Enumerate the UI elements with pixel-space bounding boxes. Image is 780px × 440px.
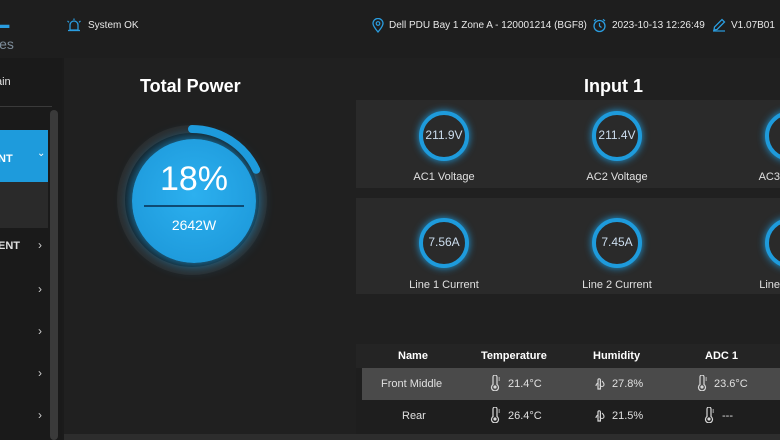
meter-label: AC3 — [758, 171, 780, 183]
column-header-adc1[interactable]: ADC 1 — [705, 350, 738, 362]
sidebar-scrollbar[interactable] — [50, 110, 58, 440]
sidebar-item-5[interactable]: › — [0, 398, 48, 438]
sidebar-item-1[interactable]: ENT › — [0, 228, 48, 268]
line1-current-meter: 7.56A — [419, 218, 469, 268]
firmware-version[interactable]: V1.07B01 — [712, 18, 775, 32]
total-power-watts: 2642W — [171, 217, 217, 233]
sidebar-item-2[interactable]: › — [0, 272, 48, 312]
edit-icon — [712, 18, 726, 32]
date-time-text: 2023-10-13 12:26:49 — [612, 20, 705, 31]
ac1-voltage-meter: 211.9V — [419, 111, 469, 161]
total-power-title: Total Power — [140, 76, 241, 96]
total-power-percent: 18% — [159, 160, 229, 198]
column-header-humidity[interactable]: Humidity — [593, 350, 640, 362]
total-power-dial — [132, 139, 256, 263]
sidebar-subitem[interactable] — [0, 182, 48, 228]
ac2-voltage-meter: 211.4V — [592, 111, 642, 161]
sidebar-item-active-label: NT — [0, 153, 13, 165]
chevron-right-icon: › — [38, 366, 42, 380]
logo-text: L — [0, 2, 12, 35]
line2-current-meter: 7.45A — [592, 218, 642, 268]
firmware-version-text: V1.07B01 — [731, 19, 775, 31]
device-location[interactable]: Dell PDU Bay 1 Zone A - 120001214 (BGF8) — [372, 18, 587, 33]
sidebar-item-3[interactable]: › — [0, 314, 48, 354]
system-status-text: System OK — [88, 19, 139, 31]
top-bar: L ies System OK Dell PDU Bay 1 Zone A - … — [0, 0, 780, 58]
logo-tagline: ies — [0, 36, 14, 52]
thermometer-icon — [489, 374, 501, 396]
sidebar-divider — [0, 106, 52, 107]
humidity-icon — [594, 375, 606, 396]
humidity-icon — [594, 407, 606, 428]
sensor-temperature: 21.4°C — [508, 378, 542, 390]
meter-label: Line 2 Current — [582, 279, 652, 291]
device-name: Dell PDU Bay 1 Zone A - 120001214 (BGF8) — [389, 20, 587, 31]
column-header-temperature[interactable]: Temperature — [481, 350, 547, 362]
sensor-humidity: 27.8% — [612, 378, 644, 390]
clock-icon — [592, 18, 607, 33]
location-pin-icon — [372, 18, 384, 33]
meter-value: 7 — [759, 235, 780, 249]
meter-value: 7.45A — [601, 235, 633, 249]
thermometer-icon — [489, 406, 501, 428]
chevron-down-icon: ⌄ — [37, 148, 46, 159]
meter-value: 211.9V — [425, 128, 463, 142]
meter-label: AC1 Voltage — [413, 171, 475, 183]
sensor-humidity: 21.5% — [612, 410, 644, 422]
sensor-adc1: 23.6°C — [714, 378, 748, 390]
sidebar-item-label: ENT — [0, 240, 20, 252]
sidebar-item-4[interactable]: › — [0, 356, 48, 396]
column-header-name[interactable]: Name — [398, 350, 428, 362]
sidebar-item-main[interactable]: ain — [0, 76, 11, 88]
meter-label: Line 1 Current — [409, 279, 479, 291]
thermometer-icon — [696, 374, 708, 396]
sensor-adc1: --- — [722, 410, 733, 422]
system-status[interactable]: System OK — [66, 18, 139, 32]
chevron-right-icon: › — [38, 282, 42, 296]
input-title: Input 1 — [584, 76, 643, 96]
meter-label: Line — [759, 279, 780, 291]
meter-label: AC2 Voltage — [586, 171, 648, 183]
chevron-right-icon: › — [38, 408, 42, 422]
horizontal-scrollbar[interactable] — [64, 434, 780, 440]
meter-value: 7.56A — [428, 235, 460, 249]
date-time[interactable]: 2023-10-13 12:26:49 — [592, 18, 705, 33]
input-panel-gap — [356, 188, 780, 198]
chevron-right-icon: › — [38, 324, 42, 338]
chevron-right-icon: › — [38, 238, 42, 252]
sensor-name: Front Middle — [381, 378, 443, 390]
sensor-name: Rear — [402, 410, 426, 422]
thermometer-icon — [703, 406, 715, 428]
alarm-icon — [66, 18, 82, 32]
meter-value: 2 — [759, 128, 780, 142]
sidebar-item-active[interactable]: NT ⌄ — [0, 130, 48, 182]
sensor-temperature: 26.4°C — [508, 410, 542, 422]
gauge-divider — [144, 205, 244, 207]
meter-value: 211.4V — [598, 128, 636, 142]
brand-logo: L ies — [0, 0, 62, 58]
